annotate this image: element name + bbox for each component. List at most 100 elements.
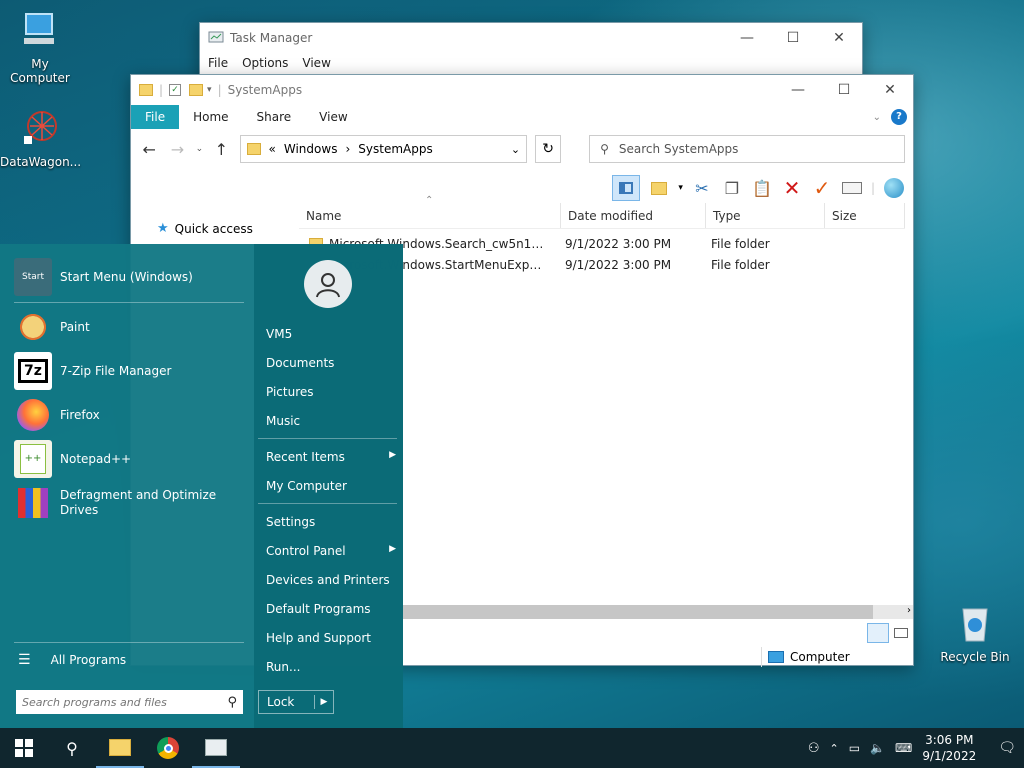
system-tray: ⚇ ⌃ ▭ 🔈 ⌨ 3:06 PM 9/1/2022 🗨 [808,732,1024,764]
forward-arrow-icon[interactable]: → [167,140,187,159]
properties-icon[interactable]: ✓ [169,84,182,96]
recycle-bin-icon [962,608,988,642]
power-options-arrow-icon[interactable]: ▶ [315,697,333,707]
user-icon [316,273,340,298]
column-date-modified[interactable]: Date modified [561,203,706,228]
checkmark-icon[interactable]: ✓ [811,176,833,200]
start-search-box[interactable]: ⚲ [16,690,243,714]
details-view-button[interactable] [867,623,889,643]
clock[interactable]: 3:06 PM 9/1/2022 [922,732,976,764]
close-button[interactable]: ✕ [816,23,862,53]
all-programs-button[interactable]: ☰ All Programs [18,652,126,668]
refresh-icon[interactable]: ↻ [535,135,562,163]
quick-access-label: Quick access [174,221,253,236]
minimize-button[interactable]: — [724,23,770,53]
close-button[interactable]: ✕ [867,75,913,105]
action-center-icon[interactable]: 🗨 [998,740,1016,756]
scrollbar-thumb[interactable] [403,605,873,619]
place-my-computer[interactable]: My Computer [266,479,396,493]
rename-icon[interactable] [841,177,863,199]
horizontal-scrollbar[interactable]: › [403,605,913,619]
folder-view-icon[interactable] [648,177,670,199]
maximize-button[interactable]: ☐ [821,75,867,105]
ribbon-expand-icon[interactable]: ⌄ [873,112,881,123]
taskbar-task-manager-button[interactable] [192,728,240,768]
desktop-icon-datawagon[interactable]: DataWagon... [0,108,81,169]
program-defrag[interactable]: Defragment and Optimize Drives [14,484,242,522]
tab-share[interactable]: Share [243,105,306,129]
taskbar-search-button[interactable]: ⚲ [48,728,96,768]
program-7zip[interactable]: 7z 7-Zip File Manager [14,352,242,390]
taskbar-explorer-button[interactable] [96,728,144,768]
maximize-button[interactable]: ☐ [770,23,816,53]
taskbar-chrome-button[interactable] [144,728,192,768]
user-avatar[interactable] [304,260,352,308]
preview-pane-icon[interactable] [612,175,641,201]
back-arrow-icon[interactable]: ← [139,140,159,159]
place-control-panel[interactable]: Control Panel ▶ [266,544,396,558]
tab-file[interactable]: File [131,105,180,129]
people-icon[interactable]: ⚇ [808,741,820,756]
column-size[interactable]: Size [825,203,905,228]
program-start-menu[interactable]: Start Start Menu (Windows) [14,258,242,296]
large-icons-view-button[interactable] [891,623,911,643]
nav-quick-access[interactable]: ★ Quick access [157,221,253,236]
task-manager-titlebar[interactable]: Task Manager — ☐ ✕ [200,23,862,53]
search-box[interactable]: ⚲ Search SystemApps [589,135,905,163]
customize-dropdown-icon[interactable]: ▾ [207,85,212,95]
breadcrumb-overflow-icon[interactable]: « [269,142,276,156]
place-settings[interactable]: Settings [266,515,396,529]
start-menu-icon: Start [14,258,52,296]
tab-view[interactable]: View [305,105,361,129]
cut-icon[interactable]: ✂ [691,177,713,199]
program-notepadpp[interactable]: ++ Notepad++ [14,440,242,478]
task-manager-icon [205,738,227,756]
breadcrumb-systemapps[interactable]: SystemApps [358,142,432,156]
recent-locations-icon[interactable]: ⌄ [196,144,204,154]
program-firefox[interactable]: Firefox [14,396,242,434]
new-folder-icon[interactable] [189,84,204,96]
show-hidden-icons-icon[interactable]: ⌃ [829,742,838,755]
place-recent-items[interactable]: Recent Items ▶ [266,450,396,464]
star-icon: ★ [157,221,169,236]
start-search-input[interactable] [22,695,212,709]
column-type[interactable]: Type [706,203,825,228]
view-dropdown-icon[interactable]: ▾ [678,183,683,193]
breadcrumb-windows[interactable]: Windows [284,142,338,156]
start-button[interactable] [0,728,48,768]
place-user[interactable]: VM5 [266,327,396,341]
delete-icon[interactable]: ✕ [781,176,803,200]
explorer-titlebar[interactable]: | ✓ ▾ | SystemApps — ☐ ✕ [131,75,913,105]
place-music[interactable]: Music [266,414,396,428]
minimize-button[interactable]: — [775,75,821,105]
globe-icon[interactable] [883,177,905,199]
address-bar[interactable]: « Windows › SystemApps ⌄ [239,135,528,163]
paste-icon[interactable]: 📋 [751,177,773,199]
place-run[interactable]: Run... [266,660,396,674]
clock-time: 3:06 PM [925,733,974,747]
keyboard-icon[interactable]: ⌨ [895,741,912,755]
menu-view[interactable]: View [302,56,330,70]
desktop-icon-recycle-bin[interactable]: Recycle Bin [935,603,1015,664]
place-default-programs[interactable]: Default Programs [266,602,396,616]
program-paint[interactable]: Paint [14,308,242,346]
volume-icon[interactable]: 🔈 [870,741,885,755]
place-help-support[interactable]: Help and Support [266,631,396,645]
copy-icon[interactable]: ❐ [721,177,743,199]
up-arrow-icon[interactable]: ↑ [211,140,231,159]
address-dropdown-icon[interactable]: ⌄ [511,143,520,156]
lock-button[interactable]: Lock ▶ [258,690,334,714]
menu-options[interactable]: Options [242,56,288,70]
scroll-right-icon[interactable]: › [907,605,911,616]
help-icon[interactable]: ? [891,109,907,125]
place-pictures[interactable]: Pictures [266,385,396,399]
place-devices-printers[interactable]: Devices and Printers [266,573,396,587]
row-type: File folder [711,237,770,251]
network-icon[interactable]: ▭ [849,741,860,755]
place-documents[interactable]: Documents [266,356,396,370]
column-name[interactable]: Name [299,203,561,228]
desktop-icon-my-computer[interactable]: My Computer [0,10,80,85]
search-icon[interactable]: ⚲ [227,695,237,710]
menu-file[interactable]: File [208,56,228,70]
tab-home[interactable]: Home [179,105,242,129]
